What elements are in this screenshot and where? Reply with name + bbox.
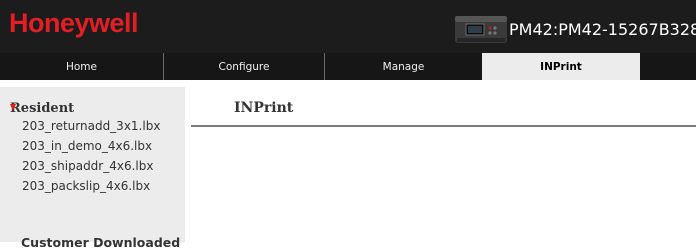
- file-item[interactable]: 203_packslip_4x6.lbx: [22, 176, 160, 196]
- top-header: Honeywell PM42:PM42-15267B3286: [0, 0, 696, 53]
- resident-label: Resident: [10, 101, 75, 116]
- tab-inprint[interactable]: INPrint: [482, 53, 640, 80]
- file-item[interactable]: 203_shipaddr_4x6.lbx: [22, 156, 160, 176]
- printer-name: PM42:PM42-15267B3286: [509, 20, 696, 39]
- tab-configure[interactable]: Configure: [164, 53, 325, 80]
- customer-downloaded-header[interactable]: Customer Downloaded: [21, 235, 180, 250]
- nav-bar: Home Configure Manage INPrint: [0, 53, 696, 80]
- tab-home[interactable]: Home: [0, 53, 164, 80]
- honeywell-logo: Honeywell: [9, 8, 139, 38]
- resident-section-header[interactable]: Resident: [10, 101, 74, 116]
- triangle-down-icon: [10, 104, 16, 111]
- sidebar: Resident 203_returnadd_3x1.lbx 203_in_de…: [0, 87, 185, 250]
- resident-file-list: 203_returnadd_3x1.lbx 203_in_demo_4x6.lb…: [22, 116, 160, 196]
- tab-manage[interactable]: Manage: [325, 53, 482, 80]
- printer-icon: [455, 16, 507, 43]
- file-item[interactable]: 203_in_demo_4x6.lbx: [22, 136, 160, 156]
- page-title: INPrint: [234, 100, 294, 116]
- title-divider: [191, 125, 696, 127]
- file-item[interactable]: 203_returnadd_3x1.lbx: [22, 116, 160, 136]
